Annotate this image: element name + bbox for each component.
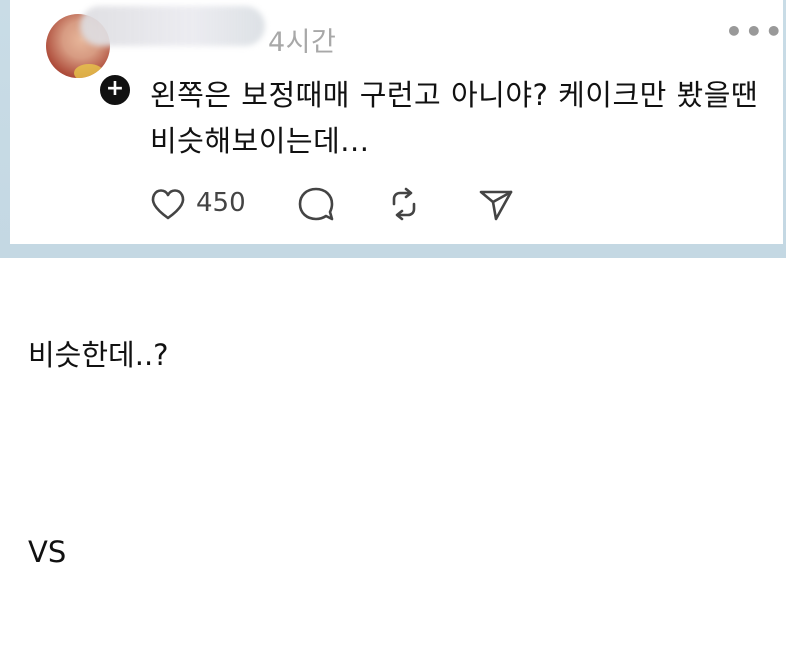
post-card: + 4시간 ••• 왼쪽은 보정때매 구런고 아니야? 케이크만 봤을땐 비슷해… — [10, 0, 783, 244]
more-options-icon[interactable]: ••• — [725, 18, 785, 46]
post-text-line-1: 왼쪽은 보정때매 구런고 아니야? 케이크만 봤을땐 — [150, 78, 759, 112]
repost-icon[interactable] — [384, 184, 424, 228]
reply-icon[interactable] — [296, 184, 336, 228]
page: + 4시간 ••• 왼쪽은 보정때매 구런고 아니야? 케이크만 봤을땐 비슷해… — [0, 0, 786, 647]
heart-icon[interactable] — [148, 184, 188, 228]
blurred-username — [80, 6, 265, 46]
avatar-detail — [74, 64, 104, 78]
post-screenshot: + 4시간 ••• 왼쪽은 보정때매 구런고 아니야? 케이크만 봤을땐 비슷해… — [0, 0, 786, 258]
caption-line-1: 비슷한데..? — [28, 338, 169, 372]
share-icon[interactable] — [476, 184, 516, 228]
post-text-line-2: 비슷해보이는데... — [150, 124, 370, 158]
like-count: 450 — [196, 188, 246, 218]
follow-plus-icon[interactable]: + — [98, 73, 132, 107]
caption-line-2: VS — [28, 535, 67, 569]
post-time: 4시간 — [268, 27, 337, 58]
